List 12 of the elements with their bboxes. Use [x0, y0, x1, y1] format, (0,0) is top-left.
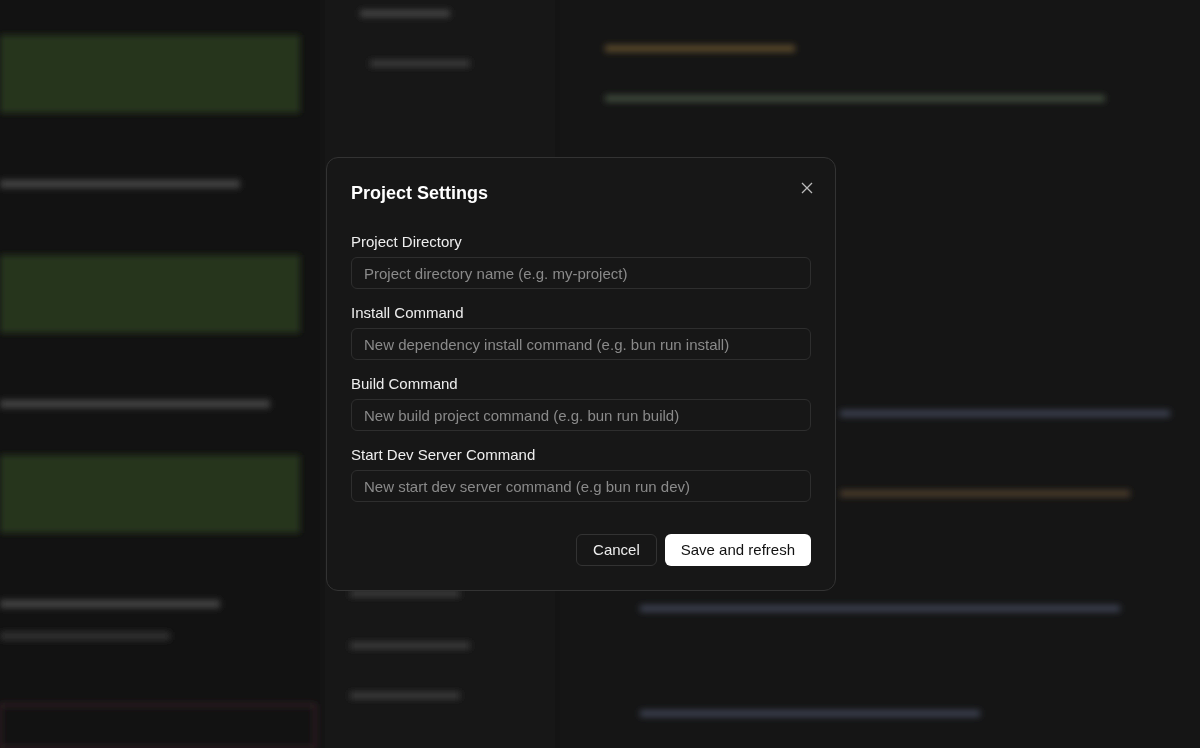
dialog-title: Project Settings — [351, 182, 489, 205]
cancel-button[interactable]: Cancel — [576, 534, 657, 566]
save-button[interactable]: Save and refresh — [664, 534, 811, 566]
field-label: Project Directory — [351, 232, 463, 252]
input-field[interactable]: New start dev server command (e.g bun run dev) — [351, 470, 811, 502]
field-label: Start Dev Server Command — [351, 445, 537, 465]
close-icon[interactable] — [801, 182, 813, 194]
input-field[interactable]: Project directory name (e.g. my-project) — [351, 257, 811, 289]
field-label: Build Command — [351, 374, 459, 394]
input-field[interactable]: New build project command (e.g. bun run build) — [351, 399, 811, 431]
field-label: Install Command — [351, 303, 465, 323]
input-field[interactable]: New dependency install command (e.g. bun run install) — [351, 328, 811, 360]
